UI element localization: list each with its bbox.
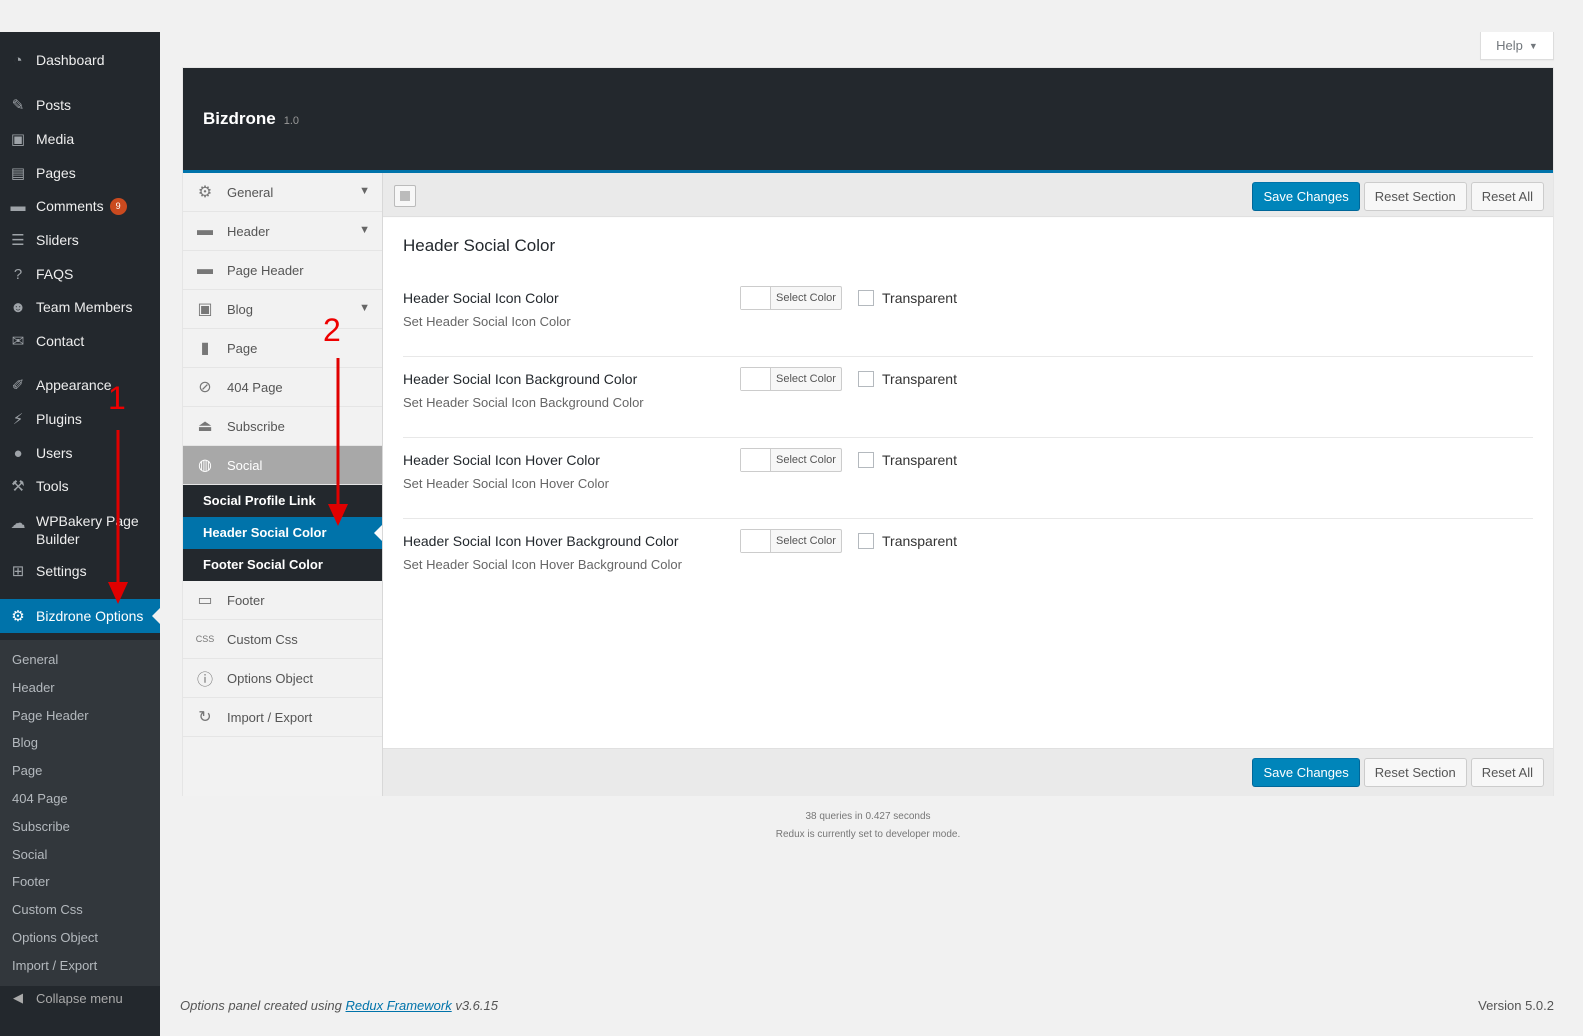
annotation-arrows	[108, 358, 348, 604]
annotation-arrowhead-1	[108, 582, 128, 604]
annotation-arrowhead-2	[328, 504, 348, 526]
